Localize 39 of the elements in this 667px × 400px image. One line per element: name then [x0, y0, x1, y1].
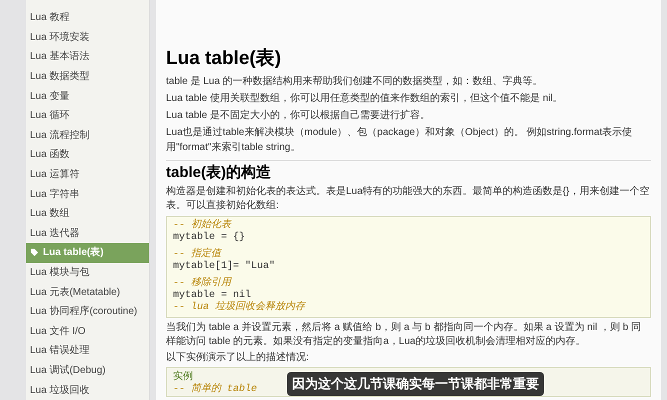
tag-icon — [30, 248, 39, 258]
paragraph: 以下实例演示了以上的描述情况: — [166, 351, 310, 365]
paragraph: Lua table 使用关联型数组，你可以用任意类型的值来作数组的索引，但这个值不能是 nil。 — [166, 92, 564, 106]
sidebar-item[interactable]: Lua 数组 — [26, 204, 149, 224]
sidebar-item[interactable]: Lua 流程控制 — [26, 126, 149, 146]
code-comment: -- 初始化表 — [173, 220, 232, 232]
sidebar-item[interactable]: Lua 模块与包 — [26, 262, 149, 282]
paragraph: 构造器是创建和初始化表的表达式。表是Lua特有的功能强大的东西。最简单的构造函数是{}，用来创建一个空表。可以直接初始化数组: — [166, 185, 650, 213]
code-comment: -- 简单的 table — [173, 384, 258, 396]
page-title: Lua table(表) — [166, 48, 282, 70]
sidebar-item[interactable]: Lua 迭代器 — [26, 224, 149, 244]
sidebar-item[interactable]: Lua 错误处理 — [26, 341, 149, 361]
sidebar-item[interactable]: Lua 协同程序(coroutine) — [26, 302, 149, 322]
sidebar-item[interactable]: Lua 环境安装 — [26, 28, 149, 48]
code-line: mytable[1]= "Lua" — [173, 261, 276, 273]
sidebar-item[interactable]: Lua 字符串 — [26, 184, 149, 204]
code-comment: -- 移除引用 — [173, 278, 232, 290]
sidebar-item[interactable]: Lua 函数 — [26, 145, 149, 165]
section-heading: table(表)的构造 — [166, 164, 272, 182]
code-line: mytable = nil — [173, 290, 252, 301]
sidebar-item[interactable]: Lua 教程 — [26, 8, 149, 28]
code-line: mytable = {} — [173, 232, 246, 244]
paragraph: 当我们为 table a 并设置元素，然后将 a 赋值给 b，则 a 与 b 都指向同一个内存。如果 a 设置为 nil ，则 b 同样能访问 table 的元素。如果没有指定的变量指向a，Lua的垃圾回收机制会清理相对应的内存。 — [166, 321, 642, 349]
video-subtitle: 因为这个这几节课确实每一节课都非常重要 — [287, 372, 544, 396]
paragraph: Lua也是通过table来解决模块（module）、包（package）和对象（Object）的。 例如string.format表示使用"format"来索引table string。 — [166, 126, 634, 155]
sidebar-item[interactable]: Lua 文件 I/O — [26, 322, 149, 342]
paragraph: table 是 Lua 的一种数据结构用来帮助我们创建不同的数据类型，如：数组、字典等。 — [166, 74, 544, 89]
code-comment: -- lua 垃圾回收会释放内存 — [173, 302, 306, 314]
sidebar-item[interactable]: Lua 元表(Metatable) — [26, 282, 149, 302]
sidebar-item[interactable]: Lua 循环 — [26, 106, 149, 126]
code-comment: -- 指定值 — [173, 249, 222, 260]
sidebar-item[interactable]: Lua 基本语法 — [26, 47, 149, 67]
sidebar-item[interactable]: Lua 运算符 — [26, 164, 149, 184]
sidebar-item[interactable]: Lua 数据类型 — [26, 66, 149, 86]
example-label: 实例 — [173, 370, 193, 383]
sidebar-item[interactable]: Lua 调试(Debug) — [26, 360, 149, 380]
sidebar-item[interactable]: Lua 垃圾回收 — [26, 380, 149, 400]
sidebar-item[interactable]: Lua 变量 — [26, 86, 149, 106]
paragraph: Lua table 是不固定大小的，你可以根据自己需要进行扩容。 — [166, 108, 431, 123]
